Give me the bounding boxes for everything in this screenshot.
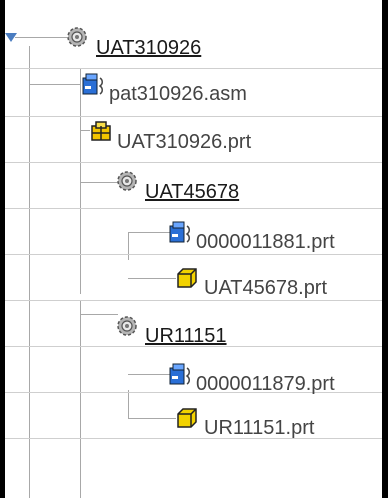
tree-row[interactable]: UAT310926 (5, 22, 382, 69)
tree-item-label[interactable]: UAT310926 (96, 36, 201, 60)
tree-branch-line (128, 374, 172, 375)
tree-branch-line (29, 84, 81, 85)
tree-row[interactable]: UAT310926.prt (5, 116, 382, 163)
tree-row[interactable]: pat310926.asm (5, 70, 382, 117)
tree-row[interactable]: 0000011879.prt (5, 346, 382, 395)
tree-item-label[interactable]: UAT45678.prt (204, 276, 327, 300)
frame-border-right (382, 0, 388, 498)
tree-branch-line (80, 314, 118, 315)
gear-icon (67, 27, 87, 47)
tree-branch-line (15, 37, 67, 38)
yellow-cube-icon (177, 408, 197, 428)
assembly-doc-icon (169, 221, 190, 243)
assembly-doc-icon (169, 363, 190, 385)
tree-row[interactable]: UAT45678 (5, 162, 382, 209)
assembly-doc-icon (82, 73, 103, 95)
tree-branch-line (80, 182, 118, 183)
tree-branch-line (128, 418, 176, 419)
tree-row[interactable]: UR11151 (5, 300, 382, 347)
tree-branch-line (128, 232, 172, 233)
part-assembly-icon (91, 121, 111, 141)
tree-item-label[interactable]: UAT45678 (145, 180, 239, 204)
tree-row[interactable]: UAT45678.prt (5, 254, 382, 301)
tree-item-label[interactable]: UR11151.prt (204, 416, 314, 440)
tree-item-label[interactable]: UAT310926.prt (117, 130, 251, 154)
tree-item-label[interactable]: 0000011881.prt (196, 230, 335, 254)
tree-item-label[interactable]: pat310926.asm (109, 82, 247, 106)
tree-item-label[interactable]: UR11151 (145, 324, 227, 348)
gear-icon (117, 171, 137, 191)
tree-row[interactable]: UR11151.prt (5, 392, 382, 439)
yellow-cube-icon (177, 268, 197, 288)
tree-branch-line (128, 278, 176, 279)
tree-row[interactable]: 0000011881.prt (5, 208, 382, 255)
structure-tree: UAT310926 pat310926.asm UAT310926.prt UA… (5, 0, 382, 498)
gear-icon (117, 316, 137, 336)
